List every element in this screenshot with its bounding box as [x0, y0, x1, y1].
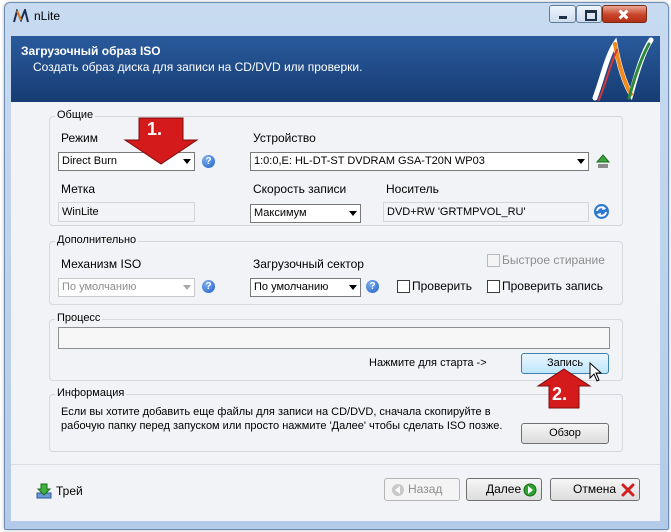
wizard-content: Общие Режим Direct Burn ? Устройство 1:0… [11, 102, 660, 464]
header-banner: Загрузочный образ ISO Создать образ диск… [11, 36, 660, 102]
media-label: Носитель [386, 182, 439, 196]
page-subtitle: Создать образ диска для записи на CD/DVD… [33, 60, 363, 74]
verify-burn-label: Проверить запись [502, 279, 603, 293]
info-group-title: Информация [55, 387, 127, 399]
media-field: DVD+RW 'GRTMPVOL_RU' [383, 202, 589, 222]
quick-erase-label: Быстрое стирание [502, 253, 605, 267]
process-group-title: Процесс [55, 312, 103, 324]
help-icon[interactable]: ? [366, 280, 379, 293]
boot-sector-label: Загрузочный сектор [253, 257, 364, 271]
back-button[interactable]: Назад [384, 478, 460, 501]
iso-engine-select[interactable]: По умолчанию [58, 278, 195, 297]
step-2-label: 2. [552, 384, 568, 404]
chevron-down-icon [183, 285, 191, 290]
nlite-logo [592, 37, 654, 101]
cancel-button[interactable]: Отмена [550, 478, 640, 501]
verify-burn-checkbox[interactable] [487, 280, 500, 293]
title-bar[interactable]: nLite [5, 3, 668, 29]
speed-label: Скорость записи [253, 182, 347, 196]
cancel-label: Отмена [573, 482, 617, 496]
browse-button[interactable]: Обзор [521, 423, 609, 444]
back-label: Назад [408, 482, 443, 496]
advanced-group-title: Дополнительно [55, 234, 139, 246]
label-field[interactable]: WinLite [58, 202, 195, 222]
device-select[interactable]: 1:0:0,E: HL-DT-ST DVDRAM GSA-T20N WP03 [250, 152, 589, 171]
eject-drive-icon[interactable] [596, 154, 610, 170]
next-button[interactable]: Далее [466, 478, 542, 501]
back-arrow-icon [392, 484, 404, 496]
tray-button[interactable]: Трей [36, 482, 96, 500]
mode-select-value: Direct Burn [62, 155, 118, 167]
general-group-title: Общие [55, 109, 96, 121]
page-title: Загрузочный образ ISO [21, 44, 161, 58]
device-label: Устройство [253, 131, 316, 145]
info-text-line1: Если вы хотите добавить еще файлы для за… [61, 406, 491, 418]
start-hint: Нажмите для старта -> [369, 357, 487, 369]
help-icon[interactable]: ? [202, 280, 215, 293]
close-button[interactable] [602, 5, 647, 23]
speed-select-value: Максимум [254, 207, 307, 219]
iso-engine-label: Механизм ISO [61, 257, 142, 271]
quick-erase-checkbox[interactable] [487, 254, 500, 267]
next-label: Далее [486, 482, 522, 496]
mode-label: Режим [61, 131, 98, 145]
tray-down-arrow-icon [36, 483, 52, 499]
info-text-line2: рабочую папку перед запуском или просто … [61, 420, 503, 432]
tray-label: Трей [56, 484, 83, 498]
nlite-app-icon [13, 9, 29, 23]
progress-bar [58, 327, 610, 349]
chevron-down-icon [349, 211, 357, 216]
cancel-x-icon [621, 483, 635, 497]
minimize-button[interactable] [549, 5, 576, 23]
speed-select[interactable]: Максимум [250, 204, 361, 223]
window-title: nLite [34, 9, 61, 23]
iso-engine-select-value: По умолчанию [62, 281, 137, 293]
step-1-label: 1. [147, 119, 163, 139]
boot-sector-select[interactable]: По умолчанию [250, 278, 361, 297]
chevron-down-icon [577, 159, 585, 164]
verify-checkbox[interactable] [397, 280, 410, 293]
maximize-button[interactable] [576, 5, 602, 23]
next-arrow-icon [523, 483, 537, 497]
verify-label: Проверить [412, 279, 473, 293]
refresh-icon[interactable] [593, 203, 610, 220]
chevron-down-icon [349, 285, 357, 290]
help-icon[interactable]: ? [202, 155, 215, 168]
boot-sector-select-value: По умолчанию [254, 281, 329, 293]
label-label: Метка [61, 182, 96, 196]
device-select-value: 1:0:0,E: HL-DT-ST DVDRAM GSA-T20N WP03 [254, 155, 485, 167]
